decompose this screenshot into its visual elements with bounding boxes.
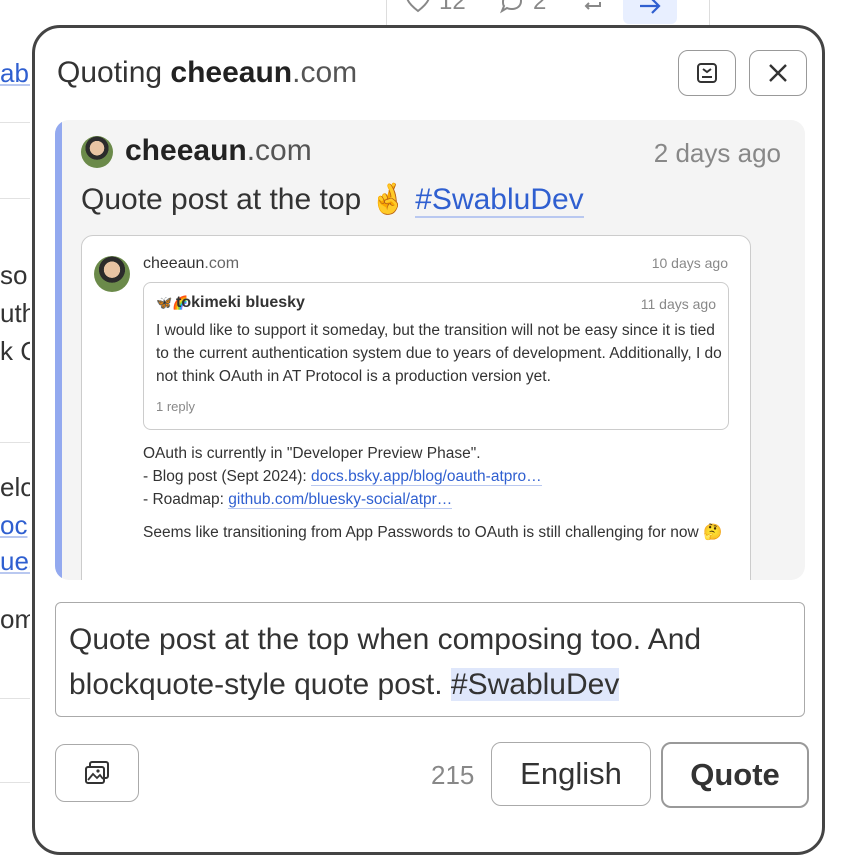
- background-link-fragment: ues: [0, 546, 30, 576]
- reply-stat[interactable]: 2: [499, 0, 546, 16]
- divider: [0, 122, 30, 123]
- body-line: - Roadmap: github.com/bluesky-social/atp…: [143, 488, 733, 511]
- close-icon: [769, 64, 787, 82]
- embedded-post-time: 10 days ago: [651, 255, 728, 271]
- heart-icon: [406, 0, 430, 13]
- hashtag-link[interactable]: #SwabluDev: [415, 183, 584, 218]
- handle-domain: .com: [204, 255, 240, 272]
- repost-stat[interactable]: [579, 0, 605, 12]
- embedded-quote-post[interactable]: cheeaun.com 10 days ago 🦋🌈 tokimeki blue…: [81, 235, 751, 580]
- compose-hashtag: #SwabluDev: [450, 668, 620, 701]
- title-handle-domain: .com: [292, 56, 358, 89]
- modal-title: Quoting cheeaun.com: [57, 56, 357, 90]
- line-prefix: - Blog post (Sept 2024):: [143, 468, 312, 485]
- comment-icon: [499, 0, 523, 14]
- quoted-post-text: Quote post at the top 🤞 #SwabluDev: [81, 182, 584, 218]
- handle-main: cheeaun: [143, 255, 205, 272]
- crossed-fingers-emoji: 🤞: [369, 183, 407, 216]
- divider: [0, 698, 30, 699]
- body-line: - Blog post (Sept 2024): docs.bsky.app/b…: [143, 465, 733, 488]
- reply-count: 2: [533, 0, 547, 15]
- arrow-right-icon: [640, 0, 661, 14]
- quoted-post: cheeaun.com 2 days ago Quote post at the…: [55, 120, 805, 580]
- like-stat[interactable]: 12: [405, 0, 466, 16]
- background-text-fragment: om: [0, 604, 30, 634]
- body-paragraph: Seems like transitioning from App Passwo…: [143, 524, 723, 541]
- background-text-fragment: k C: [0, 336, 30, 366]
- character-count: 215: [431, 760, 475, 790]
- quoted-post-handle[interactable]: cheeaun.com: [125, 134, 312, 168]
- background-text-fragment: uth: [0, 298, 30, 328]
- divider: [0, 442, 30, 443]
- repost-icon: [584, 2, 601, 10]
- handle-domain: .com: [246, 134, 312, 167]
- quote-accent-bar: [55, 120, 62, 580]
- roadmap-link[interactable]: github.com/bluesky-social/atpr…: [228, 491, 453, 509]
- like-count: 12: [439, 0, 466, 15]
- embedded-post-body: OAuth is currently in "Developer Preview…: [143, 442, 733, 544]
- title-handle-main: cheeaun: [170, 56, 293, 89]
- nested-post-handle: tokimeki bluesky: [176, 294, 305, 311]
- minimize-icon: [697, 63, 717, 83]
- embedded-post-handle: cheeaun.com: [143, 255, 239, 273]
- line-prefix: - Roadmap:: [143, 491, 229, 508]
- close-button[interactable]: [749, 50, 807, 96]
- minimize-button[interactable]: [678, 50, 736, 96]
- add-image-button[interactable]: [55, 744, 139, 802]
- background-post-column: abl so uth k C elo oc ues om: [0, 0, 30, 830]
- background-text-fragment: elo: [0, 472, 30, 502]
- compose-textarea[interactable]: Quote post at the top when composing too…: [55, 602, 805, 717]
- avatar[interactable]: [81, 136, 113, 168]
- body-line: OAuth is currently in "Developer Preview…: [143, 445, 481, 462]
- divider: [0, 198, 30, 199]
- open-thread-button[interactable]: [623, 0, 677, 24]
- nested-quote-post[interactable]: 🦋🌈 tokimeki bluesky 11 days ago I would …: [143, 282, 729, 430]
- background-link-fragment: oc: [0, 510, 28, 540]
- post-text: Quote post at the top: [81, 183, 362, 216]
- avatar: [94, 256, 130, 292]
- quoted-post-time[interactable]: 2 days ago: [654, 138, 781, 169]
- quote-submit-button[interactable]: Quote: [661, 742, 809, 808]
- nested-post-text: I would like to support it someday, but …: [156, 322, 722, 385]
- image-icon: [85, 761, 109, 784]
- background-text-fragment: so: [0, 260, 28, 290]
- background-link-fragment: abl: [0, 58, 30, 88]
- language-button[interactable]: English: [491, 742, 651, 806]
- handle-main: cheeaun: [125, 134, 247, 167]
- divider: [0, 782, 30, 783]
- nested-post-time: 11 days ago: [640, 296, 716, 312]
- reply-count: 1 reply: [156, 399, 196, 414]
- title-prefix: Quoting: [57, 56, 171, 89]
- quote-composer-modal: Quoting cheeaun.com cheeaun.com 2 days a…: [32, 25, 825, 855]
- blog-post-link[interactable]: docs.bsky.app/blog/oauth-atpro…: [311, 468, 542, 486]
